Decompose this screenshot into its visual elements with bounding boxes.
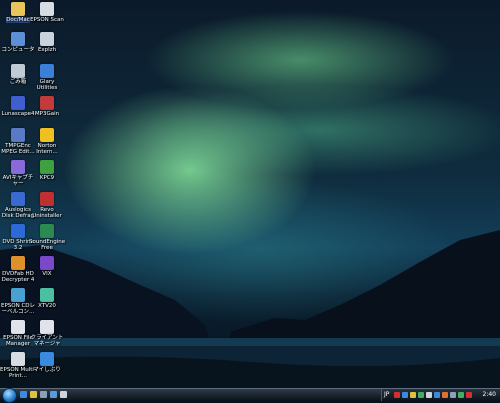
tray-security-icon[interactable] xyxy=(394,392,400,398)
quick-launch-show-desktop-icon[interactable] xyxy=(40,391,47,398)
multi-print-icon xyxy=(11,352,25,366)
tray-bluetooth-icon[interactable] xyxy=(434,392,440,398)
browser-icon xyxy=(11,96,25,110)
cd-label-icon xyxy=(11,288,25,302)
language-indicator[interactable]: JP xyxy=(384,391,389,398)
tv-icon xyxy=(40,288,54,302)
desktop-icon-soundengine[interactable]: SoundEngine Free xyxy=(29,224,65,251)
tray-battery-icon[interactable] xyxy=(458,392,464,398)
sound-engine-icon xyxy=(40,224,54,238)
audio-icon xyxy=(40,96,54,110)
dvd-shrink-icon xyxy=(11,224,25,238)
quick-launch-switch-windows-icon[interactable] xyxy=(50,391,57,398)
desktop-icon-epson-scan[interactable]: EPSON Scan xyxy=(29,2,65,23)
desktop-icon-mp3gain[interactable]: MP3Gain xyxy=(29,96,65,117)
kpc-icon xyxy=(40,160,54,174)
defrag-icon xyxy=(11,192,25,206)
tray-update-icon[interactable] xyxy=(418,392,424,398)
quick-launch-folder-icon[interactable] xyxy=(30,391,37,398)
desktop-icon-my-app[interactable]: マイしぶり xyxy=(29,352,65,373)
vix-icon xyxy=(40,256,54,270)
desktop-icon-client-manager[interactable]: クライアントマネージャ xyxy=(29,320,65,347)
desktop-icon-kpc9[interactable]: KPC9 xyxy=(29,160,65,181)
tray-app-icon[interactable] xyxy=(442,392,448,398)
recycle-bin-icon xyxy=(11,64,25,78)
system-tray: JP 2:40 xyxy=(381,389,500,401)
start-button[interactable] xyxy=(2,388,17,403)
desktop-icon-revo[interactable]: Revo Uninstaller xyxy=(29,192,65,219)
folder-icon xyxy=(11,2,25,16)
wallpaper-mountains xyxy=(0,230,500,388)
quick-launch-ie-icon[interactable] xyxy=(20,391,27,398)
computer-icon xyxy=(11,32,25,46)
taskbar: JP 2:40 xyxy=(0,388,500,403)
tray-alert-icon[interactable] xyxy=(466,392,472,398)
video-editor-icon xyxy=(11,128,25,142)
file-manager-icon xyxy=(11,320,25,334)
utilities-icon xyxy=(40,64,54,78)
dvdfab-icon xyxy=(11,256,25,270)
quick-launch-app-icon[interactable] xyxy=(60,391,67,398)
desktop-icon-glary-utilities[interactable]: Glary Utilities xyxy=(29,64,65,91)
desktop-icon-explzh[interactable]: Explzh xyxy=(29,32,65,53)
tray-warning-icon[interactable] xyxy=(410,392,416,398)
desktop-icon-xtv20[interactable]: XTV20 xyxy=(29,288,65,309)
app-icon xyxy=(40,352,54,366)
tray-device-icon[interactable] xyxy=(426,392,432,398)
archive-icon xyxy=(40,32,54,46)
taskbar-clock[interactable]: 2:40 xyxy=(483,391,496,398)
tray-volume-icon[interactable] xyxy=(450,392,456,398)
norton-icon xyxy=(40,128,54,142)
capture-icon xyxy=(11,160,25,174)
desktop-icon-norton[interactable]: Norton Intern... xyxy=(29,128,65,155)
scanner-icon xyxy=(40,2,54,16)
desktop-icon-vix[interactable]: VIX xyxy=(29,256,65,277)
client-manager-icon xyxy=(40,320,54,334)
tray-network-icon[interactable] xyxy=(402,392,408,398)
uninstaller-icon xyxy=(40,192,54,206)
